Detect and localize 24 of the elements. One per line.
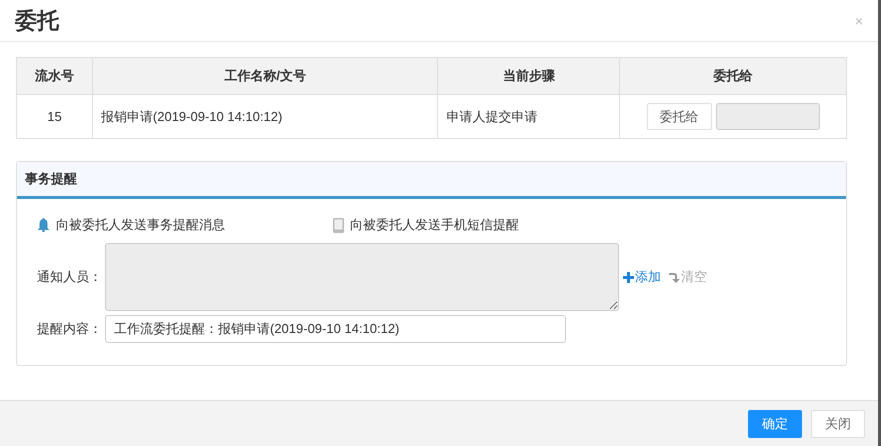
notify-option[interactable]: 向被委托人发送手机短信提醒 (333, 215, 519, 235)
content-field[interactable]: 工作流委托提醒：报销申请(2019-09-10 14:10:12) (105, 315, 566, 343)
panel-title: 事务提醒 (25, 170, 77, 188)
confirm-button[interactable]: 确定 (748, 410, 802, 438)
plus-icon (623, 272, 634, 282)
dialog-title: 委托 (15, 7, 59, 35)
column-header: 流水号 (16, 58, 92, 94)
delegate-button[interactable]: 委托给 (646, 103, 712, 130)
column-header: 当前步骤 (438, 58, 620, 94)
notify-option[interactable]: 向被委托人发送事务提醒消息 (37, 215, 333, 235)
add-link[interactable]: 添加 (623, 267, 661, 287)
curved-arrow-icon (669, 272, 680, 282)
column-header: 委托给 (620, 58, 846, 94)
table-cell: 报销申请(2019-09-10 14:10:12) (92, 94, 438, 138)
table-cell: 申请人提交申请 (438, 94, 620, 138)
column-header: 工作名称/文号 (92, 58, 438, 94)
close-button[interactable]: 关闭 (811, 410, 865, 438)
field-label: 通知人员： (37, 268, 103, 286)
field-label: 提醒内容： (37, 320, 103, 338)
table-cell: 15 (16, 94, 92, 138)
notify-field[interactable] (105, 243, 619, 311)
bell-icon (37, 218, 50, 232)
phone-icon (333, 218, 344, 232)
delegate-field[interactable] (716, 103, 820, 130)
